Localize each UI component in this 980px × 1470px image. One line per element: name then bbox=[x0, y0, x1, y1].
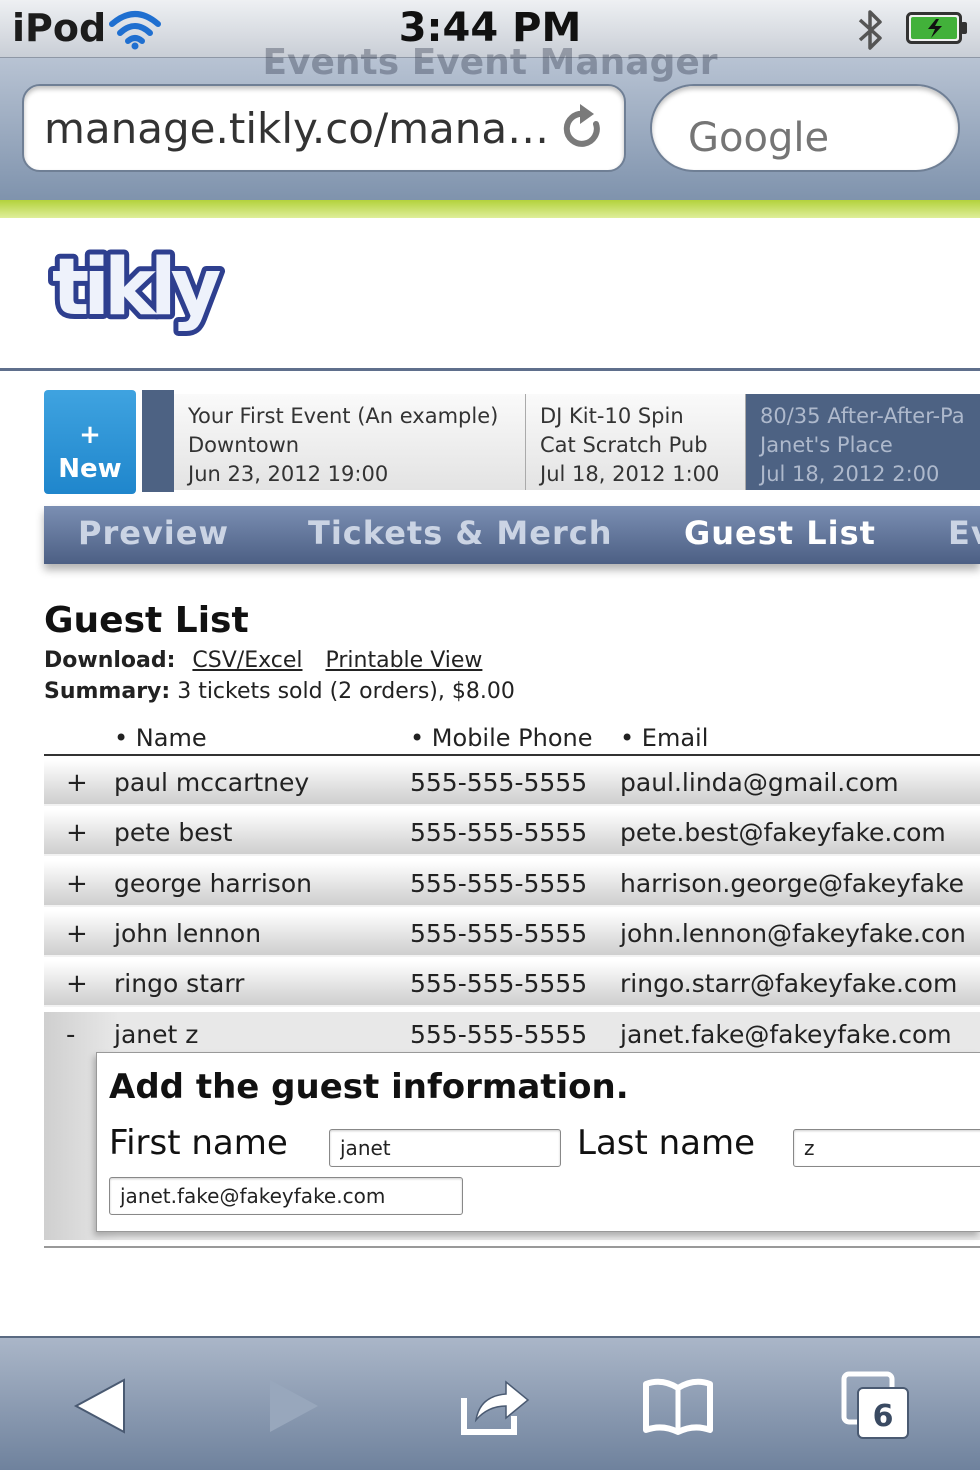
guest-phone: 555-555-5555 bbox=[410, 869, 588, 898]
csv-excel-link[interactable]: CSV/Excel bbox=[192, 648, 302, 673]
browser-address-bar: Events Event Manager manage.tikly.co/man… bbox=[0, 42, 980, 200]
header-divider bbox=[0, 368, 980, 371]
first-name-label: First name bbox=[109, 1123, 288, 1163]
tabs-icon[interactable]: 6 bbox=[840, 1368, 916, 1444]
event-date: Jul 18, 2012 1:00 bbox=[540, 462, 720, 486]
event-strip-edge bbox=[142, 390, 174, 492]
url-text[interactable]: manage.tikly.co/mana… bbox=[44, 104, 549, 153]
guest-email: pete.best@fakeyfake.com bbox=[620, 818, 946, 847]
download-line: Download: CSV/Excel Printable View bbox=[44, 648, 488, 673]
expand-toggle[interactable]: + bbox=[66, 919, 88, 949]
table-header-rule bbox=[44, 754, 980, 756]
tab-tickets-merch[interactable]: Tickets & Merch bbox=[308, 514, 613, 552]
last-name-label: Last name bbox=[577, 1123, 756, 1163]
printable-view-link[interactable]: Printable View bbox=[326, 648, 483, 673]
event-nav-tabs: Preview Tickets & Merch Guest List Ev bbox=[44, 506, 980, 564]
first-name-field[interactable] bbox=[329, 1129, 561, 1167]
table-row[interactable]: + george harrison 555-555-5555 harrison.geo… bbox=[44, 861, 980, 907]
bookmarks-icon[interactable] bbox=[640, 1368, 716, 1444]
tikly-logo[interactable]: tikly tikly bbox=[44, 236, 264, 348]
event-card[interactable]: Your First Event (An example) Downtown J… bbox=[174, 394, 526, 490]
guest-name: paul mccartney bbox=[114, 768, 310, 797]
guest-name: george harrison bbox=[114, 869, 312, 898]
column-header-email[interactable]: • Email bbox=[620, 724, 708, 752]
table-row[interactable]: + ringo starr 555-555-5555 ringo.starr@fake… bbox=[44, 961, 980, 1007]
plus-icon: + bbox=[79, 420, 101, 450]
page-title-ghost: Events Event Manager bbox=[262, 42, 718, 83]
forward-arrow-icon[interactable] bbox=[256, 1368, 332, 1444]
summary-text: 3 tickets sold (2 orders), $8.00 bbox=[177, 679, 515, 704]
guest-name: janet z bbox=[114, 1020, 199, 1049]
guest-name: john lennon bbox=[114, 919, 262, 948]
column-header-phone[interactable]: • Mobile Phone bbox=[410, 724, 593, 752]
column-header-name[interactable]: • Name bbox=[114, 724, 207, 752]
expand-toggle[interactable]: + bbox=[66, 969, 88, 999]
event-venue: Cat Scratch Pub bbox=[540, 433, 708, 457]
guest-phone: 555-555-5555 bbox=[410, 818, 588, 847]
guest-phone: 555-555-5555 bbox=[410, 969, 588, 998]
logo-wordmark-fill: tikly bbox=[52, 243, 221, 333]
guest-name: pete best bbox=[114, 818, 233, 847]
url-field[interactable]: manage.tikly.co/mana… bbox=[22, 84, 626, 172]
battery-charging-icon bbox=[906, 12, 967, 44]
event-name: DJ Kit-10 Spin bbox=[540, 404, 684, 428]
tab-preview[interactable]: Preview bbox=[78, 514, 229, 552]
table-row[interactable]: + pete best 555-555-5555 pete.best@fakeyfak… bbox=[44, 810, 980, 856]
download-label: Download: bbox=[44, 648, 176, 673]
expand-toggle[interactable]: + bbox=[66, 869, 88, 899]
summary-label: Summary: bbox=[44, 679, 171, 704]
event-name: Your First Event (An example) bbox=[188, 404, 499, 428]
event-venue: Janet's Place bbox=[760, 433, 893, 457]
guest-name: ringo starr bbox=[114, 969, 245, 998]
event-venue: Downtown bbox=[188, 433, 300, 457]
expand-toggle[interactable]: + bbox=[66, 768, 88, 798]
event-name: 80/35 After-After-Pa bbox=[760, 404, 965, 428]
event-date: Jun 23, 2012 19:00 bbox=[188, 462, 389, 486]
table-bottom-rule bbox=[44, 1246, 980, 1248]
guest-email: janet.fake@fakeyfake.com bbox=[620, 1020, 952, 1049]
panel-title: Add the guest information. bbox=[109, 1067, 629, 1107]
guest-email: paul.linda@gmail.com bbox=[620, 768, 899, 797]
last-name-field[interactable] bbox=[793, 1129, 980, 1167]
tab-events[interactable]: Ev bbox=[948, 514, 980, 552]
guest-email: harrison.george@fakeyfake bbox=[620, 869, 964, 898]
new-event-label: New bbox=[58, 454, 122, 484]
guest-email: john.lennon@fakeyfake.con bbox=[620, 919, 966, 948]
new-event-button[interactable]: + New bbox=[44, 390, 136, 494]
tab-count: 6 bbox=[873, 1399, 894, 1434]
email-field[interactable] bbox=[109, 1177, 463, 1215]
expand-toggle[interactable]: + bbox=[66, 818, 88, 848]
page-title: Guest List bbox=[44, 600, 249, 641]
table-row[interactable]: + john lennon 555-555-5555 john.lennon@fake… bbox=[44, 911, 980, 957]
guest-email: ringo.starr@fakeyfake.com bbox=[620, 969, 958, 998]
event-card-selected[interactable]: 80/35 After-After-Pa Janet's Place Jul 1… bbox=[746, 394, 980, 490]
event-date: Jul 18, 2012 2:00 bbox=[760, 462, 940, 486]
guest-phone: 555-555-5555 bbox=[410, 919, 588, 948]
event-card[interactable]: DJ Kit-10 Spin Cat Scratch Pub Jul 18, 2… bbox=[526, 394, 746, 490]
search-input[interactable] bbox=[650, 84, 960, 172]
guest-phone: 555-555-5555 bbox=[410, 1020, 588, 1049]
table-row[interactable]: + paul mccartney 555-555-5555 paul.linda@gm… bbox=[44, 760, 980, 806]
summary-line: Summary: 3 tickets sold (2 orders), $8.0… bbox=[44, 679, 515, 704]
guest-edit-panel: Add the guest information. First name La… bbox=[96, 1052, 980, 1232]
guest-phone: 555-555-5555 bbox=[410, 768, 588, 797]
tab-guest-list[interactable]: Guest List bbox=[684, 514, 876, 552]
reload-icon[interactable] bbox=[558, 102, 608, 156]
collapse-toggle[interactable]: - bbox=[66, 1020, 75, 1050]
browser-toolbar: 6 bbox=[0, 1336, 980, 1470]
accent-stripe bbox=[0, 200, 980, 218]
back-arrow-icon[interactable] bbox=[62, 1368, 138, 1444]
share-icon[interactable] bbox=[456, 1368, 532, 1444]
